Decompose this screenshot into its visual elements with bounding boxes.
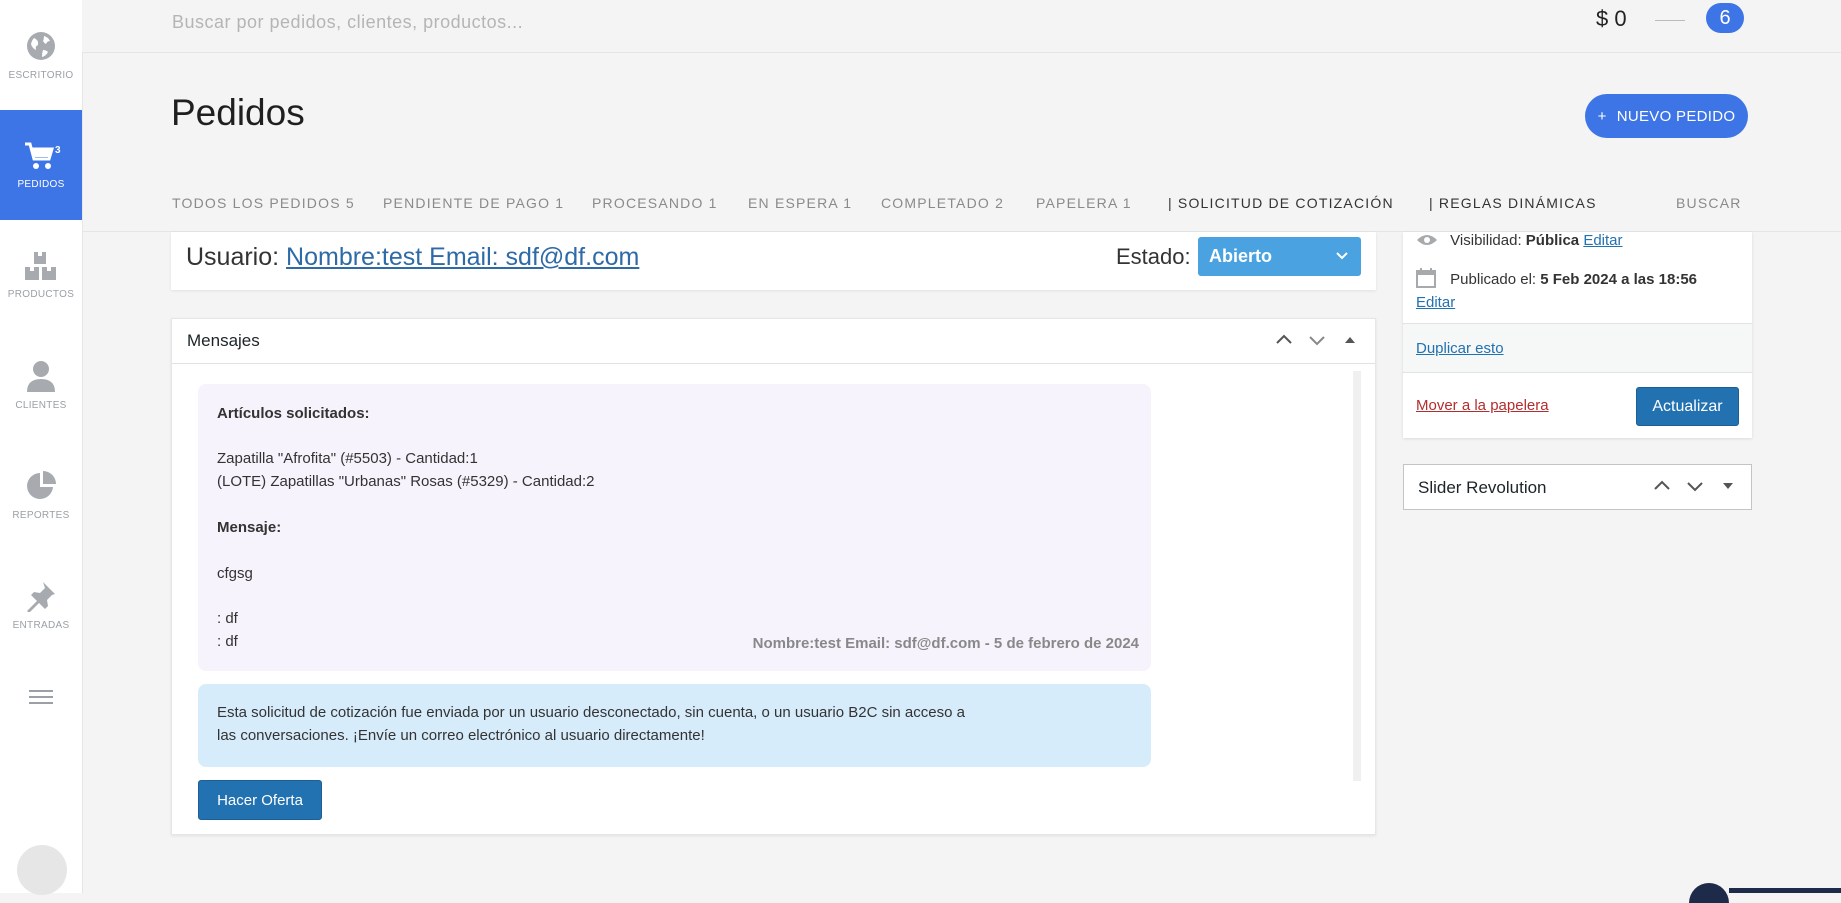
message-field: : df [217,633,238,650]
page-title: Pedidos [171,92,305,133]
pie-chart-icon [27,470,56,499]
tab-en-espera[interactable]: EN ESPERA 1 [748,195,852,211]
message-field: : df [217,610,238,627]
message-text: cfgsg [217,565,253,582]
message-heading: Mensaje: [217,519,281,536]
sidebar-item-label: REPORTES [12,509,70,521]
move-to-trash-link[interactable]: Mover a la papelera [1416,397,1549,414]
message-signature: Nombre:test Email: sdf@df.com - 5 de feb… [752,635,1139,652]
slider-panel-title: Slider Revolution [1418,478,1547,497]
tab-pendiente-pago[interactable]: PENDIENTE DE PAGO 1 [383,195,564,211]
sidebar-item-label: PRODUCTOS [7,288,75,300]
sidebar-item-label: CLIENTES [15,399,67,411]
new-order-button[interactable]: + NUEVO PEDIDO [1585,94,1748,138]
menu-icon[interactable] [29,690,53,708]
slider-revolution-panel: Slider Revolution [1403,464,1752,510]
chevron-down-icon[interactable] [1306,329,1328,351]
tab-todos[interactable]: TODOS LOS PEDIDOS 5 [172,195,355,211]
sidebar-item-label: ESCRITORIO [8,69,74,81]
tab-procesando[interactable]: PROCESANDO 1 [592,195,718,211]
user-label: Usuario: Nombre:test Email: sdf@df.com [186,243,639,272]
messages-header: Mensajes [172,319,1375,364]
new-order-label: NUEVO PEDIDO [1616,107,1736,125]
divider [1403,372,1752,373]
tab-buscar[interactable]: BUSCAR [1676,195,1742,211]
collapse-triangle-icon[interactable] [1339,329,1361,351]
divider [1655,20,1685,21]
cart-icon [25,142,55,169]
messages-scrollbar[interactable] [1353,371,1361,781]
chevron-up-icon[interactable] [1273,329,1295,351]
published-label: Publicado el: [1450,271,1537,288]
duplicate-link[interactable]: Duplicar esto [1416,340,1504,357]
published-row: Publicado el: 5 Feb 2024 a las 18:56 [1416,268,1697,288]
avatar[interactable] [17,845,67,895]
cart-total[interactable]: $ 0 [1596,6,1627,32]
tab-reglas-dinamicas[interactable]: | REGLAS DINÁMICAS [1429,195,1597,211]
requested-item: Zapatilla "Afrofita" (#5503) - Cantidad:… [217,450,478,467]
sidebar-item-pedidos[interactable]: 3 PEDIDOS [0,110,82,220]
estado-label: Estado: [1116,244,1191,269]
published-edit-row: Editar [1416,294,1455,311]
tab-solicitud-cotizacion[interactable]: | SOLICITUD DE COTIZACIÓN [1168,195,1394,211]
sidebar-item-productos[interactable]: PRODUCTOS [0,220,82,330]
pin-icon [27,581,55,612]
calendar-icon [1416,268,1436,288]
sidebar-item-escritorio[interactable]: ESCRITORIO [0,0,82,110]
visibility-label: Visibilidad: [1450,232,1522,249]
search-input[interactable] [170,6,874,38]
chevron-down-icon [1336,252,1348,260]
divider [1403,323,1752,324]
user-prefix: Usuario: [186,243,280,271]
estado-value: Abierto [1209,246,1272,266]
sidebar-item-label: ENTRADAS [12,619,70,631]
sidebar: ESCRITORIO 3 PEDIDOS PRODUCTOS CLIENTES … [0,0,83,895]
update-button[interactable]: Actualizar [1636,387,1739,426]
notification-badge[interactable]: 6 [1706,3,1744,33]
sidebar-item-entradas[interactable]: ENTRADAS [0,550,82,660]
sidebar-item-reportes[interactable]: REPORTES [0,440,82,550]
trash-row: Mover a la papelera [1416,397,1549,414]
topbar: $ 0 6 [82,0,1841,53]
published-value: 5 Feb 2024 a las 18:56 [1540,271,1698,288]
requested-items-heading: Artículos solicitados: [217,405,370,422]
globe-icon [27,31,55,60]
plus-icon: + [1597,107,1607,125]
sidebar-item-label: PEDIDOS [17,178,65,190]
cart-count-badge: 3 [55,144,61,156]
duplicate-row: Duplicar esto [1416,340,1504,357]
notice-line: Esta solicitud de cotización fue enviada… [217,704,965,721]
make-offer-button[interactable]: Hacer Oferta [198,780,322,820]
visibility-value: Pública [1525,232,1580,249]
messages-box: Mensajes Artículos solicitados: Zapatill… [171,318,1376,835]
chevron-up-icon[interactable] [1651,475,1673,497]
user-card: Usuario: Nombre:test Email: sdf@df.com E… [171,232,1376,290]
user-link[interactable]: Nombre:test Email: sdf@df.com [286,243,639,271]
estado-select[interactable]: Abierto [1198,237,1361,276]
notice-line: las conversaciones. ¡Envíe un correo ele… [217,727,705,744]
chevron-down-icon[interactable] [1684,475,1706,497]
sidebar-item-clientes[interactable]: CLIENTES [0,330,82,440]
chat-widget-bar [1729,888,1841,893]
boxes-icon [25,251,56,280]
user-icon [27,360,55,392]
published-edit-link[interactable]: Editar [1416,294,1455,311]
expand-triangle-icon[interactable] [1717,475,1739,497]
message-heading-text: Mensaje: [217,519,282,536]
visibility-row: Visibilidad: Pública Editar [1416,232,1623,249]
tab-papelera[interactable]: PAPELERA 1 [1036,195,1132,211]
offline-user-notice: Esta solicitud de cotización fue enviada… [198,684,1151,767]
eye-icon [1417,235,1437,245]
requested-items-heading-text: Artículos solicitados: [217,405,370,422]
message-bubble: Artículos solicitados: Zapatilla "Afrofi… [198,384,1151,671]
requested-item: (LOTE) Zapatillas "Urbanas" Rosas (#5329… [217,473,595,490]
publish-panel: Visibilidad: Pública Editar Publicado el… [1403,232,1752,438]
chat-widget-button[interactable] [1689,883,1729,903]
messages-title: Mensajes [187,331,260,350]
tab-completado[interactable]: COMPLETADO 2 [881,195,1004,211]
visibility-edit-link[interactable]: Editar [1583,232,1622,249]
